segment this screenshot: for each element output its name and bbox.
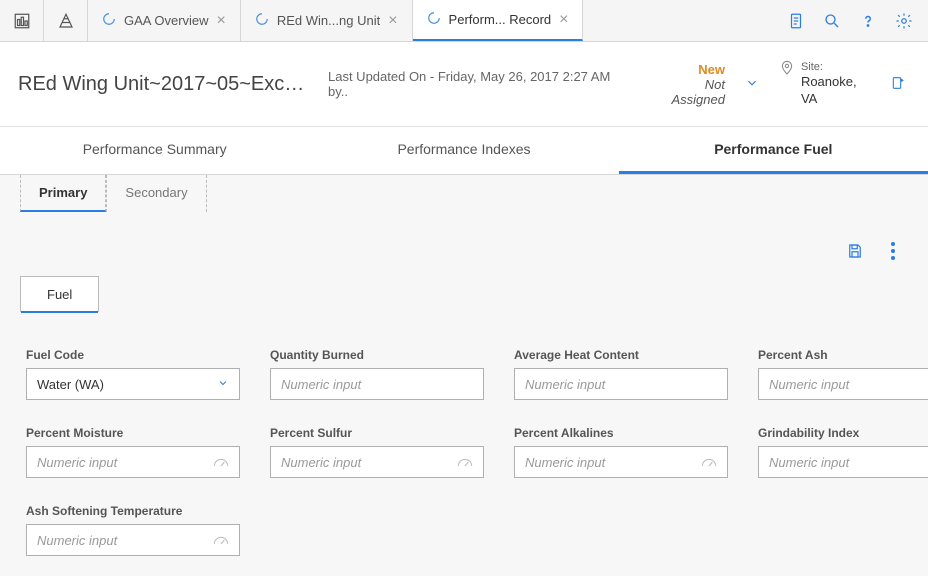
close-icon[interactable]: ×	[217, 12, 226, 30]
status-block: New Not Assigned	[653, 62, 725, 107]
tab-performance-fuel[interactable]: Performance Fuel	[619, 127, 928, 174]
percent-alkalines-input[interactable]	[525, 455, 701, 470]
fuel-code-select[interactable]: Water (WA)	[26, 368, 240, 400]
percent-moisture-input[interactable]	[37, 455, 213, 470]
field-label: Fuel Code	[26, 348, 240, 362]
location-pin-icon	[779, 60, 795, 79]
tab-performance-indexes[interactable]: Performance Indexes	[309, 127, 618, 174]
page-title: REd Wing Unit~2017~05~Excluding...	[18, 73, 308, 96]
field-label: Percent Ash	[758, 348, 928, 362]
sub-tabs: Primary Secondary	[20, 175, 908, 212]
dashboard-icon[interactable]	[0, 0, 44, 41]
close-icon[interactable]: ×	[559, 11, 568, 29]
page-header: REd Wing Unit~2017~05~Excluding... Last …	[0, 42, 928, 127]
sub-tab-secondary[interactable]: Secondary	[106, 175, 206, 212]
status-not-assigned: Not Assigned	[653, 77, 725, 107]
field-label: Average Heat Content	[514, 348, 728, 362]
field-percent-moisture: Percent Moisture	[26, 426, 240, 478]
tab-red-wing-unit[interactable]: REd Win...ng Unit ×	[241, 0, 413, 41]
form-grid: Fuel Code Water (WA) Quantity Burned Ave…	[20, 312, 908, 556]
help-icon[interactable]	[858, 11, 878, 31]
field-label: Ash Softening Temperature	[26, 504, 240, 518]
status-new: New	[653, 62, 725, 77]
avg-heat-content-input[interactable]	[525, 377, 717, 392]
percent-ash-input[interactable]	[769, 377, 928, 392]
gauge-icon	[213, 534, 229, 546]
hierarchy-icon[interactable]	[44, 0, 88, 41]
field-label: Percent Sulfur	[270, 426, 484, 440]
field-quantity-burned: Quantity Burned	[270, 348, 484, 400]
gauge-icon	[701, 456, 717, 468]
section-tabs: Performance Summary Performance Indexes …	[0, 127, 928, 175]
search-icon[interactable]	[822, 11, 842, 31]
select-value: Water (WA)	[37, 377, 217, 392]
field-fuel-code: Fuel Code Water (WA)	[26, 348, 240, 400]
loading-icon	[255, 12, 269, 29]
field-percent-alkalines: Percent Alkalines	[514, 426, 728, 478]
field-avg-heat-content: Average Heat Content	[514, 348, 728, 400]
tab-label: GAA Overview	[124, 13, 209, 28]
actions-row	[20, 212, 908, 270]
field-percent-sulfur: Percent Sulfur	[270, 426, 484, 478]
site-value: Roanoke, VA	[801, 74, 870, 108]
content-area: Primary Secondary Fuel Fuel Code Water (…	[0, 175, 928, 576]
clipboard-icon[interactable]	[786, 11, 806, 31]
field-label: Quantity Burned	[270, 348, 484, 362]
field-grindability-index: Grindability Index	[758, 426, 928, 478]
site-label: Site:	[801, 60, 870, 74]
loading-icon	[427, 11, 441, 28]
last-updated: Last Updated On - Friday, May 26, 2017 2…	[328, 69, 613, 99]
tab-gaa-overview[interactable]: GAA Overview ×	[88, 0, 241, 41]
grindability-index-input[interactable]	[769, 455, 928, 470]
tab-perform-record[interactable]: Perform... Record ×	[413, 0, 584, 41]
quantity-burned-input[interactable]	[281, 377, 473, 392]
gear-icon[interactable]	[894, 11, 914, 31]
field-ash-softening-temp: Ash Softening Temperature	[26, 504, 240, 556]
tab-label: REd Win...ng Unit	[277, 13, 380, 28]
inner-tabs: Fuel	[20, 276, 908, 312]
tab-label: Perform... Record	[449, 12, 552, 27]
close-icon[interactable]: ×	[388, 12, 397, 30]
inner-tab-fuel[interactable]: Fuel	[20, 276, 99, 312]
field-label: Percent Alkalines	[514, 426, 728, 440]
site-block: Site: Roanoke, VA	[779, 60, 870, 108]
top-toolbar: GAA Overview × REd Win...ng Unit × Perfo…	[0, 0, 928, 42]
ash-softening-temp-input[interactable]	[37, 533, 213, 548]
percent-sulfur-input[interactable]	[281, 455, 457, 470]
field-label: Grindability Index	[758, 426, 928, 440]
chevron-down-icon	[217, 377, 229, 392]
chevron-down-icon[interactable]	[745, 76, 759, 93]
sub-tab-primary[interactable]: Primary	[20, 175, 106, 212]
loading-icon	[102, 12, 116, 29]
export-icon[interactable]	[890, 75, 906, 94]
tab-performance-summary[interactable]: Performance Summary	[0, 127, 309, 174]
gauge-icon	[213, 456, 229, 468]
document-tabs: GAA Overview × REd Win...ng Unit × Perfo…	[88, 0, 772, 41]
save-icon[interactable]	[846, 242, 864, 260]
field-percent-ash: Percent Ash	[758, 348, 928, 400]
right-toolbar	[772, 0, 928, 41]
more-actions-icon[interactable]	[884, 242, 902, 260]
field-label: Percent Moisture	[26, 426, 240, 440]
gauge-icon	[457, 456, 473, 468]
